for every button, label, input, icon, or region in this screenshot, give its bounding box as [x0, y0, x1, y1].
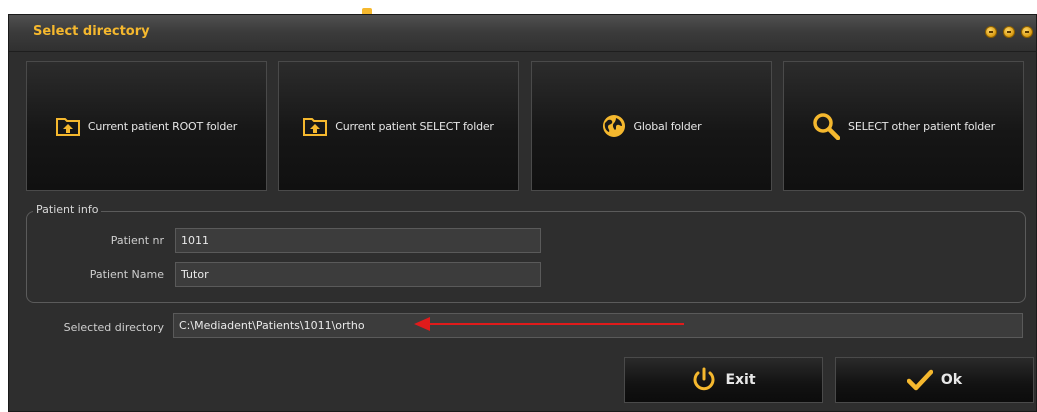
exit-button[interactable]: Exit	[624, 357, 823, 403]
patient-info-group: Patient info	[26, 203, 1026, 303]
patient-name-field[interactable]	[175, 262, 541, 287]
globe-icon	[602, 115, 625, 137]
global-folder-button[interactable]: Global folder	[531, 61, 772, 191]
selected-directory-field[interactable]	[173, 313, 1023, 338]
patient-info-label: Patient info	[33, 203, 102, 216]
minimize-icon[interactable]	[985, 26, 997, 38]
patient-nr-field[interactable]	[175, 228, 541, 253]
tile-label: Global folder	[633, 119, 702, 133]
maximize-icon[interactable]	[1003, 26, 1015, 38]
selected-directory-label: Selected directory	[63, 321, 164, 334]
power-icon	[693, 367, 715, 391]
patient-nr-label: Patient nr	[110, 234, 164, 247]
current-patient-root-folder-button[interactable]: Current patient ROOT folder	[26, 61, 267, 191]
patient-name-label: Patient Name	[89, 268, 164, 281]
exit-label: Exit	[725, 372, 756, 388]
tile-label: SELECT other patient folder	[848, 119, 995, 133]
search-icon	[813, 113, 841, 140]
ok-button[interactable]: Ok	[835, 357, 1034, 403]
ok-label: Ok	[940, 372, 963, 388]
tile-label: Current patient SELECT folder	[335, 119, 494, 133]
select-other-patient-folder-button[interactable]: SELECT other patient folder	[783, 61, 1024, 191]
dialog-title: Select directory	[33, 24, 150, 39]
checkmark-icon	[906, 369, 933, 391]
folder-up-icon	[303, 118, 328, 136]
select-directory-dialog: Select directory Current patient ROOT fo…	[8, 14, 1037, 412]
annotation-arrow-head	[414, 317, 430, 331]
tile-label: Current patient ROOT folder	[87, 119, 238, 133]
current-patient-select-folder-button[interactable]: Current patient SELECT folder	[278, 61, 519, 191]
close-icon[interactable]	[1021, 26, 1033, 38]
folder-up-icon	[55, 118, 80, 136]
title-bar[interactable]: Select directory	[9, 15, 1036, 52]
annotation-arrow-line	[429, 323, 684, 325]
